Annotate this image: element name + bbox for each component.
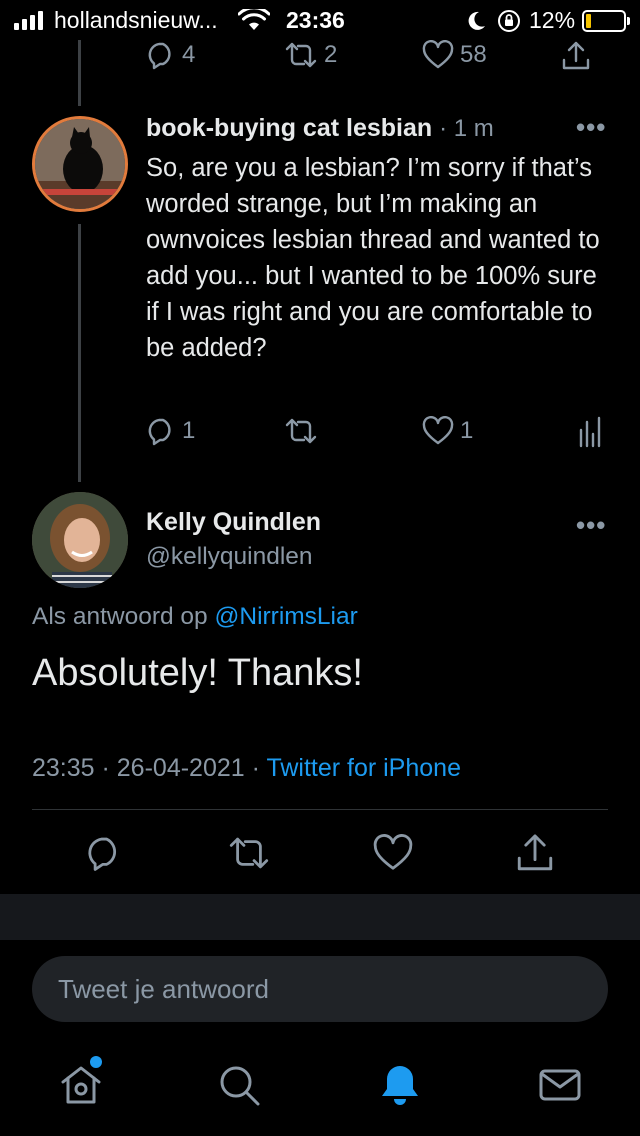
battery-icon xyxy=(582,10,626,32)
like-icon xyxy=(373,834,413,870)
more-icon[interactable]: ••• xyxy=(576,510,606,541)
share-button[interactable] xyxy=(514,832,556,874)
retweet-button[interactable] xyxy=(284,416,318,446)
analytics-icon xyxy=(579,416,601,448)
like-count: 1 xyxy=(460,417,474,444)
do-not-disturb-icon xyxy=(468,11,485,30)
reply-button[interactable]: 4 xyxy=(146,40,195,70)
retweet-icon xyxy=(285,42,317,68)
notifications-icon xyxy=(382,1066,418,1105)
retweet-icon xyxy=(229,837,269,869)
tweet-text: So, are you a lesbian? I’m sorry if that… xyxy=(146,154,600,362)
share-button[interactable] xyxy=(560,40,592,72)
reply-author-line: book-buying cat lesbian · 1 m xyxy=(146,114,494,143)
avatar[interactable] xyxy=(32,116,128,212)
tweet-timestamp: 23:35 · 26-04-2021 · Twitter for iPhone xyxy=(32,754,461,783)
cat-avatar-image xyxy=(35,119,125,209)
thread-line xyxy=(78,224,81,482)
reply-count: 4 xyxy=(182,41,196,68)
kelly-avatar-image xyxy=(32,492,128,588)
clock: 23:36 xyxy=(286,7,345,33)
tab-notifications[interactable] xyxy=(377,1062,423,1113)
retweet-button[interactable] xyxy=(226,834,272,872)
tab-home[interactable] xyxy=(58,1062,104,1113)
time-ago: · 1 m xyxy=(439,115,494,142)
reply-icon xyxy=(148,42,171,70)
like-count: 58 xyxy=(460,41,487,68)
like-button[interactable]: 58 xyxy=(422,40,487,70)
like-icon xyxy=(422,416,454,445)
reply-context: Als antwoord op @NirrimsLiar xyxy=(32,603,358,631)
reply-button[interactable] xyxy=(84,834,124,872)
reply-icon xyxy=(148,418,171,446)
author-name[interactable]: Kelly Quindlen xyxy=(146,508,321,537)
author-handle[interactable]: @kellyquindlen xyxy=(146,543,313,571)
retweet-icon xyxy=(285,418,317,444)
unread-dot xyxy=(90,1056,102,1068)
tab-messages[interactable] xyxy=(537,1062,583,1113)
author-name[interactable]: book-buying cat lesbian xyxy=(146,114,432,142)
messages-icon xyxy=(539,1069,581,1101)
like-icon xyxy=(422,40,454,69)
retweet-button[interactable]: 2 xyxy=(284,40,337,70)
home-icon xyxy=(61,1066,101,1104)
tab-search[interactable] xyxy=(216,1062,262,1113)
wifi-icon xyxy=(238,9,270,30)
share-icon xyxy=(517,834,553,871)
more-icon[interactable]: ••• xyxy=(576,112,606,143)
divider xyxy=(32,809,608,810)
tweet-text: Absolutely! Thanks! xyxy=(32,652,363,694)
reply-mention-link[interactable]: @NirrimsLiar xyxy=(215,603,358,630)
carrier-name: hollandsnieuw... xyxy=(54,7,218,33)
reply-button[interactable]: 1 xyxy=(146,416,195,446)
section-separator xyxy=(0,894,640,940)
client-link[interactable]: Twitter for iPhone xyxy=(266,754,461,782)
battery-percentage: 12% xyxy=(529,7,576,33)
like-button[interactable]: 1 xyxy=(422,416,473,446)
thread-line xyxy=(78,40,81,106)
reply-icon xyxy=(88,837,116,871)
avatar[interactable] xyxy=(32,492,128,588)
datetime: 23:35 · 26-04-2021 · xyxy=(32,754,267,782)
status-bar: hollandsnieuw... 23:36 12% xyxy=(0,0,640,40)
share-icon xyxy=(562,41,590,70)
reply-input[interactable]: Tweet je antwoord xyxy=(32,956,608,1022)
analytics-button[interactable] xyxy=(578,416,602,448)
retweet-count: 2 xyxy=(324,41,338,68)
reply-prefix: Als antwoord op xyxy=(32,603,215,630)
orientation-lock-icon xyxy=(498,10,520,32)
search-icon xyxy=(220,1066,260,1106)
like-button[interactable] xyxy=(372,834,414,872)
signal-icon xyxy=(14,11,43,30)
reply-count: 1 xyxy=(182,417,196,444)
